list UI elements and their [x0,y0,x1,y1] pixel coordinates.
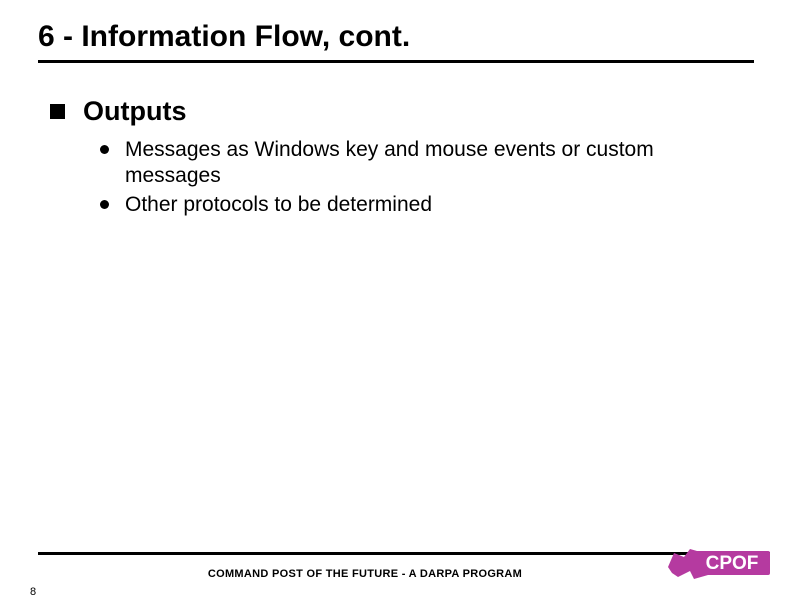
page-number: 8 [30,586,36,598]
logo-text: CPOF [706,553,759,574]
sub-item-text: Other protocols to be determined [125,192,432,218]
bullet-level2: Other protocols to be determined [100,192,742,218]
sub-bullets: Messages as Windows key and mouse events… [100,137,742,218]
content-area: Outputs Messages as Windows key and mous… [50,96,742,220]
footer-rule [38,552,770,555]
cpof-logo: CPOF [664,545,770,588]
slide: 6 - Information Flow, cont. Outputs Mess… [0,0,792,612]
dot-bullet-icon [100,200,109,209]
square-bullet-icon [50,104,65,119]
bullet-level1: Outputs [50,96,742,127]
outputs-heading: Outputs [83,96,186,127]
cpof-logo-icon: CPOF [664,545,770,583]
slide-title: 6 - Information Flow, cont. [38,20,754,54]
title-rule [38,60,754,63]
title-area: 6 - Information Flow, cont. [38,20,754,63]
dot-bullet-icon [100,145,109,154]
sub-item-text: Messages as Windows key and mouse events… [125,137,742,190]
footer-row: 8 COMMAND POST OF THE FUTURE - A DARPA P… [38,559,770,588]
footer-text: COMMAND POST OF THE FUTURE - A DARPA PRO… [78,568,652,580]
bullet-level2: Messages as Windows key and mouse events… [100,137,742,190]
footer: 8 COMMAND POST OF THE FUTURE - A DARPA P… [38,552,770,588]
